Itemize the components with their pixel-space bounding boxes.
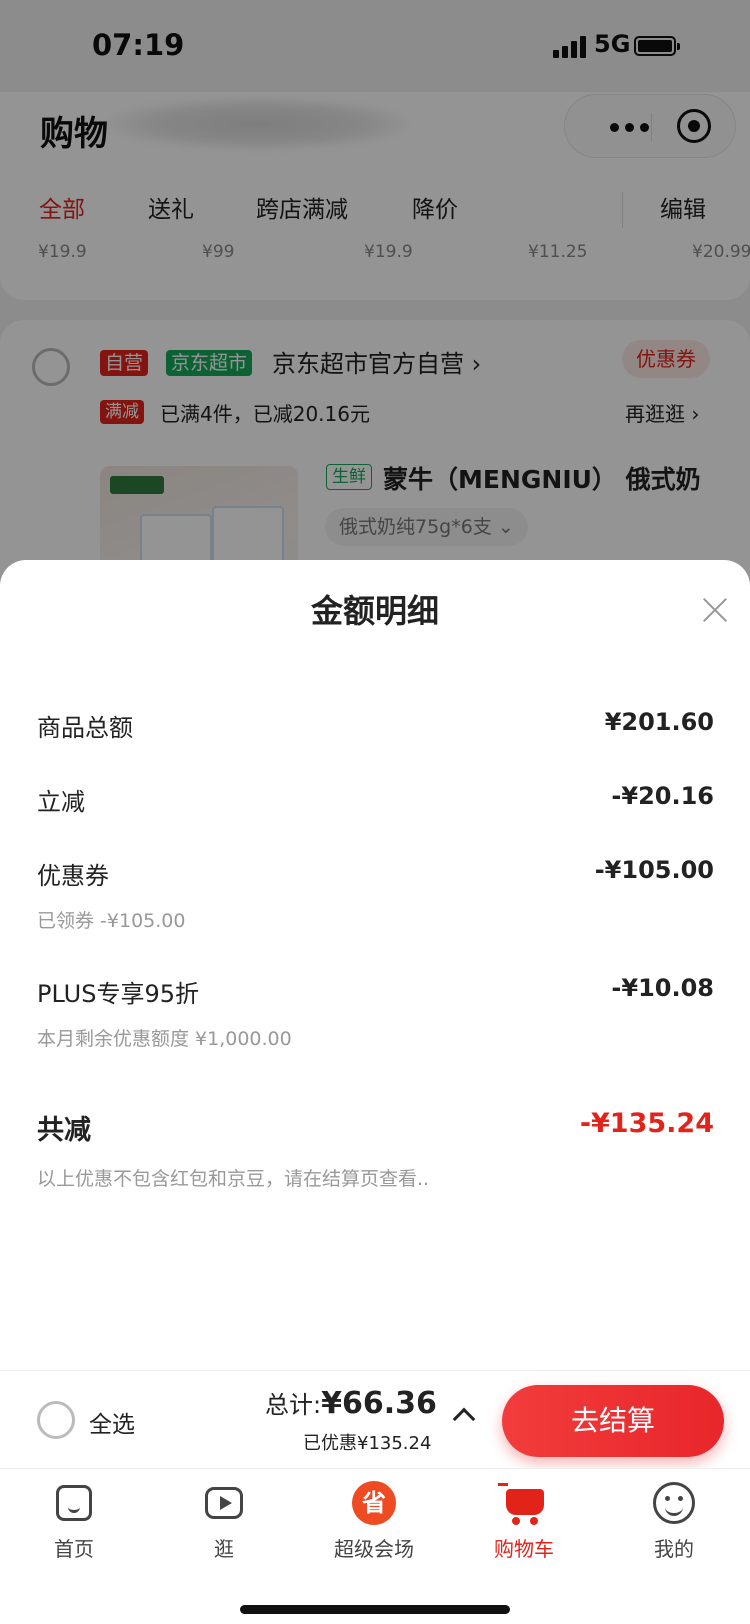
select-all-label[interactable]: 全选 — [89, 1405, 135, 1439]
tab-label: 超级会场 — [334, 1537, 414, 1561]
row-value: ¥201.60 — [604, 708, 714, 736]
tab-label: 首页 — [54, 1537, 94, 1561]
tab-label: 我的 — [654, 1537, 694, 1561]
row-value: -¥20.16 — [611, 782, 714, 810]
row-label: 立减 — [37, 788, 85, 816]
chevron-up-icon[interactable] — [452, 1407, 476, 1431]
tab-profile[interactable]: 我的 — [614, 1479, 734, 1562]
total-amount: ¥66.36 — [321, 1386, 437, 1421]
row-sub-text: 本月剩余优惠额度 ¥1,000.00 — [37, 1028, 292, 1050]
checkout-button[interactable]: 去结算 — [502, 1385, 724, 1457]
total-line: 总计:¥66.36 — [265, 1385, 437, 1421]
close-icon[interactable] — [701, 596, 729, 624]
tab-home[interactable]: 首页 — [14, 1479, 134, 1562]
row-label: 优惠券 — [37, 862, 109, 890]
video-icon — [200, 1479, 248, 1527]
bottom-tab-bar: 首页 逛 省 超级会场 购物车 我的 — [0, 1468, 750, 1624]
sheet-title: 金额明细 — [310, 592, 439, 630]
tab-label: 购物车 — [494, 1537, 554, 1561]
saved-amount: 已优惠¥135.24 — [303, 1433, 432, 1454]
tab-label: 逛 — [214, 1537, 234, 1561]
tab-super-venue[interactable]: 省 超级会场 — [314, 1479, 434, 1562]
total-reduction-value: -¥135.24 — [579, 1108, 714, 1139]
super-venue-icon: 省 — [350, 1479, 398, 1527]
row-value: -¥105.00 — [594, 856, 714, 884]
profile-icon — [650, 1479, 698, 1527]
select-all-radio[interactable] — [37, 1401, 75, 1439]
row-value: -¥10.08 — [611, 974, 714, 1002]
cart-icon — [498, 1479, 548, 1527]
row-sub-text: 已领券 -¥105.00 — [37, 910, 186, 932]
total-reduction-label: 共减 — [37, 1115, 91, 1146]
row-label: PLUS专享95折 — [37, 980, 199, 1008]
tab-cart[interactable]: 购物车 — [464, 1479, 584, 1562]
home-icon — [50, 1479, 98, 1527]
total-prefix: 总计: — [265, 1391, 322, 1419]
tab-browse[interactable]: 逛 — [164, 1479, 284, 1562]
checkout-bar: 全选 总计:¥66.36 已优惠¥135.24 去结算 — [0, 1370, 750, 1468]
row-label: 商品总额 — [37, 714, 133, 742]
sheet-note: 以上优惠不包含红包和京豆，请在结算页查看.. — [37, 1168, 430, 1190]
home-indicator — [240, 1605, 510, 1614]
